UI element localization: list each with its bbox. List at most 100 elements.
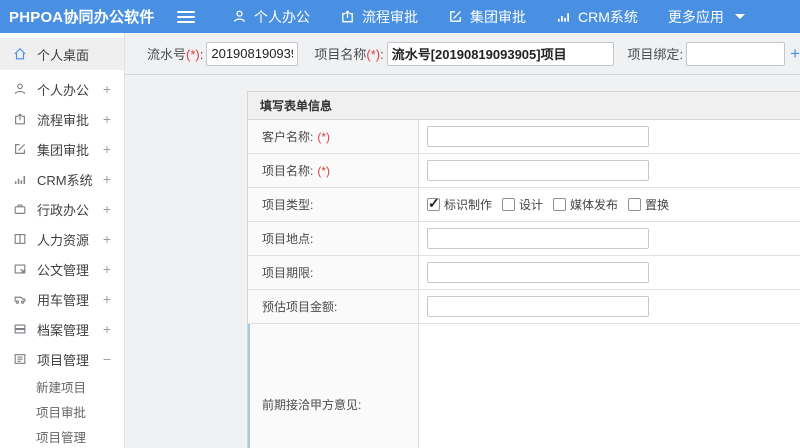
book-icon: [13, 232, 28, 246]
home-icon: [13, 47, 28, 61]
required-mark: (*): [317, 129, 331, 144]
sidebar-item-admin-office[interactable]: 行政办公 +: [0, 194, 124, 224]
top-navigation: 个人办公 流程审批 集团审批 CRM系统 更多应用: [217, 0, 760, 33]
form-row-project-type: 项目类型: 标识制作 设计 媒体发布 置换: [248, 188, 800, 222]
sidebar-subitem-label: 项目管理: [36, 431, 87, 445]
app-title: PHPOA协同办公软件: [9, 9, 155, 26]
archive-icon: [13, 322, 28, 336]
sidebar-subitem-label: 新建项目: [36, 381, 87, 395]
project-duration-input[interactable]: [427, 262, 649, 283]
checkbox-design[interactable]: [502, 198, 516, 211]
expand-plus-icon[interactable]: +: [103, 201, 111, 217]
form-row-project-name: 项目名称: (*): [248, 154, 800, 188]
topnav-group-approval[interactable]: 集团审批: [433, 0, 541, 33]
sidebar-item-group-approval[interactable]: 集团审批 +: [0, 134, 124, 164]
expand-plus-icon[interactable]: +: [103, 81, 111, 97]
topnav-more-apps[interactable]: 更多应用: [653, 0, 760, 33]
expand-plus-icon[interactable]: +: [103, 111, 111, 127]
form-row-customer-name: 客户名称: (*): [248, 120, 800, 154]
chart-icon: [13, 172, 28, 186]
project-name-label: 项目名称(*):: [314, 47, 384, 62]
field-label: 预估项目金额:: [248, 290, 419, 323]
topnav-crm[interactable]: CRM系统: [541, 0, 653, 33]
topnav-label: 个人办公: [254, 8, 310, 25]
edit-icon: [448, 9, 463, 24]
customer-name-input[interactable]: [427, 126, 649, 147]
project-name-field-input[interactable]: [427, 160, 649, 181]
expand-plus-icon[interactable]: +: [103, 261, 111, 277]
field-label: 前期接洽甲方意见:: [248, 324, 419, 448]
chart-icon: [556, 9, 571, 24]
topnav-label: 集团审批: [470, 8, 526, 25]
project-name-input[interactable]: [386, 41, 615, 66]
expand-plus-icon[interactable]: +: [103, 321, 111, 337]
expand-plus-icon[interactable]: +: [103, 231, 111, 247]
user-icon: [232, 9, 247, 24]
expand-plus-icon[interactable]: +: [103, 141, 111, 157]
topnav-personal-office[interactable]: 个人办公: [217, 0, 325, 33]
expand-plus-icon[interactable]: +: [103, 171, 111, 187]
field-label: 客户名称: (*): [248, 120, 419, 153]
caret-down-icon: [734, 14, 745, 19]
expand-plus-icon[interactable]: +: [103, 291, 111, 307]
form-row-preliminary-opinion: 前期接洽甲方意见:: [248, 324, 800, 448]
sidebar-item-label: 集团审批: [37, 142, 90, 158]
sidebar-subitem-project-approval[interactable]: 项目审批: [0, 399, 124, 424]
field-label: 项目类型:: [248, 188, 419, 221]
topnav-label: CRM系统: [578, 8, 638, 25]
form-row-estimated-amount: 预估项目金额:: [248, 290, 800, 324]
project-bind-input[interactable]: [686, 41, 786, 66]
sidebar-item-label: 公文管理: [37, 262, 90, 278]
checkbox-media-release[interactable]: [553, 198, 567, 211]
field-label: 项目期限:: [248, 256, 419, 289]
required-mark: (*): [366, 47, 381, 62]
field-label: 项目地点:: [248, 222, 419, 255]
sidebar-item-label: 行政办公: [37, 202, 90, 218]
sidebar-item-process-approval[interactable]: 流程审批 +: [0, 104, 124, 134]
preliminary-opinion-textarea[interactable]: [419, 324, 800, 448]
sidebar-subitem-project-management[interactable]: 项目管理: [0, 424, 124, 448]
sidebar-item-label: 流程审批: [37, 112, 90, 128]
checkbox-label: 设计: [519, 198, 544, 212]
sidebar-submenu-projects: 新建项目 项目审批 项目管理: [0, 374, 124, 448]
sidebar-item-label: 个人办公: [37, 82, 90, 98]
project-bind-label: 项目绑定:: [627, 47, 684, 62]
serial-input[interactable]: [206, 41, 299, 66]
sidebar: 个人桌面 个人办公 + 流程审批 + 集团审批 + CRM系统 + 行政办公 +…: [0, 33, 125, 448]
sidebar-subitem-label: 项目审批: [36, 406, 87, 420]
sidebar-item-label: 项目管理: [37, 352, 90, 368]
checkbox-label: 标识制作: [444, 198, 493, 212]
required-mark: (*): [186, 47, 200, 62]
sidebar-item-label: 用车管理: [37, 292, 90, 308]
sidebar-subitem-new-project[interactable]: 新建项目: [0, 374, 124, 399]
checkbox-replacement[interactable]: [628, 198, 642, 211]
project-location-input[interactable]: [427, 228, 649, 249]
main-content: 流水号(*): 项目名称(*): 项目绑定: + 填写表单信息 客户名称:(*)…: [125, 33, 800, 448]
sidebar-item-label: 个人桌面: [37, 47, 90, 63]
sidebar-item-vehicles[interactable]: 用车管理 +: [0, 284, 124, 314]
hamburger-menu-icon[interactable]: [177, 10, 195, 23]
sidebar-item-personal-office[interactable]: 个人办公 +: [0, 74, 124, 104]
sidebar-item-label: CRM系统: [37, 172, 93, 188]
checkbox-sign-production[interactable]: [427, 195, 440, 212]
field-label: 项目名称: (*): [248, 154, 419, 187]
estimated-amount-input[interactable]: [427, 296, 649, 317]
user-icon: [13, 82, 28, 96]
panel-title: 填写表单信息: [248, 92, 800, 120]
sidebar-item-documents[interactable]: 公文管理 +: [0, 254, 124, 284]
topnav-label: 更多应用: [667, 8, 724, 25]
topnav-label: 流程审批: [362, 8, 418, 25]
process-icon: [13, 112, 28, 126]
sidebar-item-projects[interactable]: 项目管理 −: [0, 344, 124, 374]
sidebar-item-label: 人力资源: [37, 232, 90, 248]
sidebar-item-crm[interactable]: CRM系统 +: [0, 164, 124, 194]
sidebar-item-hr[interactable]: 人力资源 +: [0, 224, 124, 254]
collapse-minus-icon[interactable]: −: [103, 351, 111, 367]
topnav-process-approval[interactable]: 流程审批: [325, 0, 433, 33]
add-binding-plus-icon[interactable]: +: [790, 44, 800, 64]
car-icon: [13, 292, 28, 306]
sidebar-item-desktop[interactable]: 个人桌面: [0, 38, 124, 70]
checkbox-label: 置换: [645, 198, 670, 212]
required-mark: (*): [317, 163, 331, 178]
sidebar-item-archives[interactable]: 档案管理 +: [0, 314, 124, 344]
